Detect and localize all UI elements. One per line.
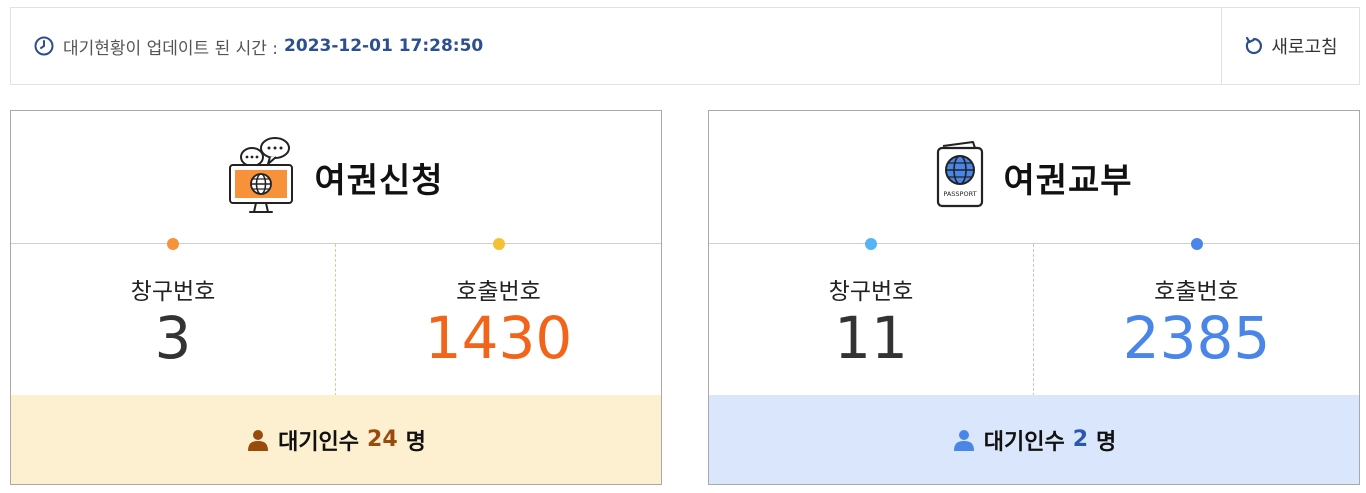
person-icon [246,428,270,452]
indicator-dot [865,238,877,250]
svg-text:PASSPORT: PASSPORT [944,190,977,198]
indicator-dot [1190,238,1203,250]
call-number-value: 2385 [1122,304,1271,372]
waiting-unit: 명 [1096,429,1117,455]
monitor-globe-chat-icon [228,135,296,219]
card-numbers: 창구번호 3 호출번호 1430 [11,238,661,396]
card-header: 여권신청 [11,111,661,244]
waiting-label: 대기인수 [278,429,360,455]
person-icon [952,428,976,452]
window-number-value: 11 [834,304,908,372]
refresh-button[interactable]: 새로고침 [1221,8,1359,84]
indicator-dot [492,238,505,250]
card-numbers: 창구번호 11 호출번호 2385 [709,238,1359,396]
waiting-count: 2 [1072,427,1089,452]
call-number-value: 1430 [424,304,573,372]
call-number-section: 호출번호 1430 [336,238,661,396]
waiting-label: 대기인수 [983,429,1065,455]
refresh-icon [1243,35,1265,57]
clock-icon [33,35,55,57]
passport-issuance-card: PASSPORT 여권교부 창구번호 11 호출번호 2385 대기인수 2 명 [708,110,1360,485]
card-title: 여권신청 [314,160,444,201]
window-number-value: 3 [154,304,192,372]
window-number-section: 창구번호 3 [11,238,336,396]
card-title: 여권교부 [1003,160,1133,201]
call-number-label: 호출번호 [456,279,541,305]
window-number-label: 창구번호 [828,279,914,305]
waiting-count-bar: 대기인수 2 명 [709,395,1359,484]
passport-application-card: 여권신청 창구번호 3 호출번호 1430 대기인수 24 명 [10,110,662,485]
window-number-section: 창구번호 11 [709,238,1034,396]
refresh-label: 새로고침 [1271,37,1338,58]
card-header: PASSPORT 여권교부 [709,111,1359,244]
waiting-count-bar: 대기인수 24 명 [11,395,661,484]
indicator-dot [167,238,179,250]
update-status-label: 대기현황이 업데이트 된 시간 : [63,38,279,59]
update-status-bar: 대기현황이 업데이트 된 시간 : 2023-12-01 17:28:50 새로… [10,7,1360,85]
call-number-section: 호출번호 2385 [1034,238,1359,396]
update-status: 대기현황이 업데이트 된 시간 : 2023-12-01 17:28:50 [33,8,483,84]
window-number-label: 창구번호 [130,279,216,305]
update-time: 2023-12-01 17:28:50 [284,36,484,56]
passport-icon: PASSPORT [935,140,985,214]
waiting-unit: 명 [405,429,426,455]
call-number-label: 호출번호 [1154,279,1239,305]
waiting-count: 24 [367,427,398,452]
